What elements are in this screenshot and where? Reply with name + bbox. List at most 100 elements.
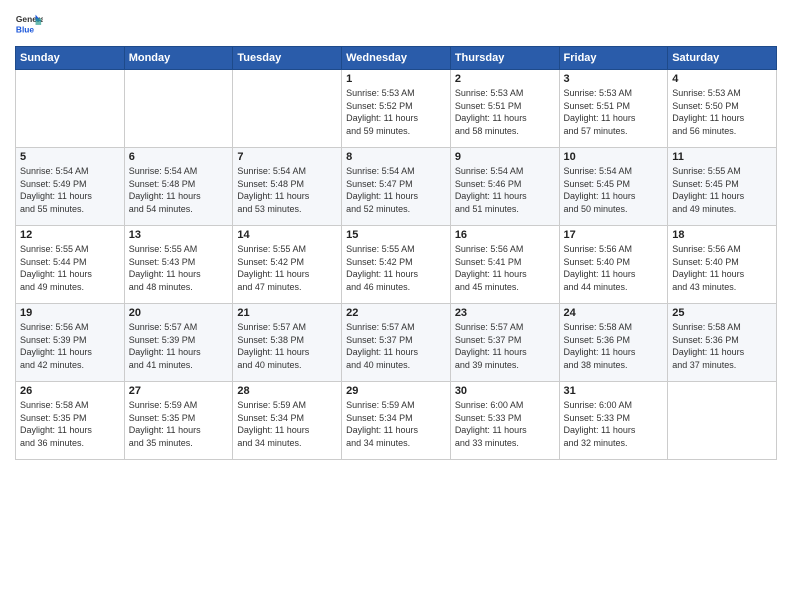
calendar-week-row: 1 Sunrise: 5:53 AM Sunset: 5:52 PM Daylig… bbox=[16, 70, 777, 148]
day-number: 19 bbox=[20, 307, 120, 319]
day-info: Sunrise: 5:55 AM Sunset: 5:43 PM Dayligh… bbox=[129, 243, 229, 293]
day-info: Sunrise: 6:00 AM Sunset: 5:33 PM Dayligh… bbox=[455, 399, 555, 449]
day-number: 18 bbox=[672, 229, 772, 241]
day-info: Sunrise: 5:57 AM Sunset: 5:37 PM Dayligh… bbox=[346, 321, 446, 371]
calendar-cell: 28Sunrise: 5:59 AM Sunset: 5:34 PM Dayli… bbox=[233, 382, 342, 460]
day-number: 26 bbox=[20, 385, 120, 397]
day-number: 31 bbox=[564, 385, 664, 397]
calendar-cell: 30Sunrise: 6:00 AM Sunset: 5:33 PM Dayli… bbox=[450, 382, 559, 460]
day-number: 12 bbox=[20, 229, 120, 241]
calendar-cell: 10Sunrise: 5:54 AM Sunset: 5:45 PM Dayli… bbox=[559, 148, 668, 226]
weekday-header: SundayMondayTuesdayWednesdayThursdayFrid… bbox=[16, 47, 777, 70]
calendar-cell: 16 Sunrise: 5:56 AM Sunset: 5:41 PM Dayli… bbox=[450, 226, 559, 304]
day-number: 1 bbox=[346, 73, 446, 85]
calendar-cell: 15 Sunrise: 5:55 AM Sunset: 5:42 PM Dayli… bbox=[342, 226, 451, 304]
day-info: Sunrise: 5:57 AM Sunset: 5:38 PM Dayligh… bbox=[237, 321, 337, 371]
day-number: 15 bbox=[346, 229, 446, 241]
calendar-week-row: 19 Sunrise: 5:56 AM Sunset: 5:39 PM Dayli… bbox=[16, 304, 777, 382]
calendar-cell bbox=[668, 382, 777, 460]
calendar-cell: 22Sunrise: 5:57 AM Sunset: 5:37 PM Dayli… bbox=[342, 304, 451, 382]
calendar-cell: 18 Sunrise: 5:56 AM Sunset: 5:40 PM Dayli… bbox=[668, 226, 777, 304]
day-info: Sunrise: 5:59 AM Sunset: 5:35 PM Dayligh… bbox=[129, 399, 229, 449]
day-number: 25 bbox=[672, 307, 772, 319]
calendar-cell: 19 Sunrise: 5:56 AM Sunset: 5:39 PM Dayli… bbox=[16, 304, 125, 382]
calendar-week-row: 12 Sunrise: 5:55 AM Sunset: 5:44 PM Dayli… bbox=[16, 226, 777, 304]
calendar-cell: 25 Sunrise: 5:58 AM Sunset: 5:36 PM Dayli… bbox=[668, 304, 777, 382]
calendar-cell: 23 Sunrise: 5:57 AM Sunset: 5:37 PM Dayli… bbox=[450, 304, 559, 382]
weekday-header-cell: Wednesday bbox=[342, 47, 451, 70]
calendar-cell: 9 Sunrise: 5:54 AM Sunset: 5:46 PM Daylig… bbox=[450, 148, 559, 226]
calendar-cell: 6 Sunrise: 5:54 AM Sunset: 5:48 PM Daylig… bbox=[124, 148, 233, 226]
day-info: Sunrise: 5:53 AM Sunset: 5:52 PM Dayligh… bbox=[346, 87, 446, 137]
calendar-cell: 14Sunrise: 5:55 AM Sunset: 5:42 PM Dayli… bbox=[233, 226, 342, 304]
day-info: Sunrise: 5:56 AM Sunset: 5:40 PM Dayligh… bbox=[672, 243, 772, 293]
calendar-week-row: 5Sunrise: 5:54 AM Sunset: 5:49 PM Daylig… bbox=[16, 148, 777, 226]
calendar-cell: 27Sunrise: 5:59 AM Sunset: 5:35 PM Dayli… bbox=[124, 382, 233, 460]
calendar-cell: 5Sunrise: 5:54 AM Sunset: 5:49 PM Daylig… bbox=[16, 148, 125, 226]
day-number: 20 bbox=[129, 307, 229, 319]
calendar-cell: 8 Sunrise: 5:54 AM Sunset: 5:47 PM Daylig… bbox=[342, 148, 451, 226]
page-container: General Blue SundayMondayTuesdayWednesda… bbox=[0, 0, 792, 465]
day-info: Sunrise: 5:58 AM Sunset: 5:36 PM Dayligh… bbox=[672, 321, 772, 371]
logo-icon: General Blue bbox=[15, 10, 43, 38]
calendar-cell: 3Sunrise: 5:53 AM Sunset: 5:51 PM Daylig… bbox=[559, 70, 668, 148]
weekday-header-cell: Thursday bbox=[450, 47, 559, 70]
calendar-cell: 13Sunrise: 5:55 AM Sunset: 5:43 PM Dayli… bbox=[124, 226, 233, 304]
calendar-table: SundayMondayTuesdayWednesdayThursdayFrid… bbox=[15, 46, 777, 460]
day-number: 7 bbox=[237, 151, 337, 163]
day-info: Sunrise: 5:55 AM Sunset: 5:44 PM Dayligh… bbox=[20, 243, 120, 293]
calendar-cell: 12 Sunrise: 5:55 AM Sunset: 5:44 PM Dayli… bbox=[16, 226, 125, 304]
weekday-header-cell: Sunday bbox=[16, 47, 125, 70]
day-info: Sunrise: 5:55 AM Sunset: 5:42 PM Dayligh… bbox=[346, 243, 446, 293]
day-number: 8 bbox=[346, 151, 446, 163]
weekday-header-cell: Monday bbox=[124, 47, 233, 70]
day-number: 11 bbox=[672, 151, 772, 163]
day-number: 4 bbox=[672, 73, 772, 85]
day-info: Sunrise: 5:56 AM Sunset: 5:41 PM Dayligh… bbox=[455, 243, 555, 293]
calendar-cell bbox=[124, 70, 233, 148]
day-info: Sunrise: 5:58 AM Sunset: 5:36 PM Dayligh… bbox=[564, 321, 664, 371]
day-number: 9 bbox=[455, 151, 555, 163]
calendar-cell: 24 Sunrise: 5:58 AM Sunset: 5:36 PM Dayli… bbox=[559, 304, 668, 382]
day-info: Sunrise: 5:57 AM Sunset: 5:37 PM Dayligh… bbox=[455, 321, 555, 371]
calendar-cell: 21 Sunrise: 5:57 AM Sunset: 5:38 PM Dayli… bbox=[233, 304, 342, 382]
day-number: 16 bbox=[455, 229, 555, 241]
day-number: 24 bbox=[564, 307, 664, 319]
day-info: Sunrise: 6:00 AM Sunset: 5:33 PM Dayligh… bbox=[564, 399, 664, 449]
day-number: 21 bbox=[237, 307, 337, 319]
day-info: Sunrise: 5:54 AM Sunset: 5:45 PM Dayligh… bbox=[564, 165, 664, 215]
day-info: Sunrise: 5:57 AM Sunset: 5:39 PM Dayligh… bbox=[129, 321, 229, 371]
day-info: Sunrise: 5:59 AM Sunset: 5:34 PM Dayligh… bbox=[346, 399, 446, 449]
calendar-cell: 20 Sunrise: 5:57 AM Sunset: 5:39 PM Dayli… bbox=[124, 304, 233, 382]
day-number: 23 bbox=[455, 307, 555, 319]
calendar-cell: 7 Sunrise: 5:54 AM Sunset: 5:48 PM Daylig… bbox=[233, 148, 342, 226]
svg-text:Blue: Blue bbox=[16, 24, 34, 34]
day-info: Sunrise: 5:53 AM Sunset: 5:51 PM Dayligh… bbox=[455, 87, 555, 137]
weekday-header-cell: Tuesday bbox=[233, 47, 342, 70]
calendar-cell: 17Sunrise: 5:56 AM Sunset: 5:40 PM Dayli… bbox=[559, 226, 668, 304]
weekday-header-cell: Saturday bbox=[668, 47, 777, 70]
day-info: Sunrise: 5:58 AM Sunset: 5:35 PM Dayligh… bbox=[20, 399, 120, 449]
calendar-cell: 26 Sunrise: 5:58 AM Sunset: 5:35 PM Dayli… bbox=[16, 382, 125, 460]
day-info: Sunrise: 5:54 AM Sunset: 5:49 PM Dayligh… bbox=[20, 165, 120, 215]
day-info: Sunrise: 5:54 AM Sunset: 5:47 PM Dayligh… bbox=[346, 165, 446, 215]
day-info: Sunrise: 5:54 AM Sunset: 5:48 PM Dayligh… bbox=[237, 165, 337, 215]
calendar-cell bbox=[233, 70, 342, 148]
day-info: Sunrise: 5:53 AM Sunset: 5:50 PM Dayligh… bbox=[672, 87, 772, 137]
day-info: Sunrise: 5:54 AM Sunset: 5:46 PM Dayligh… bbox=[455, 165, 555, 215]
day-info: Sunrise: 5:55 AM Sunset: 5:42 PM Dayligh… bbox=[237, 243, 337, 293]
day-info: Sunrise: 5:54 AM Sunset: 5:48 PM Dayligh… bbox=[129, 165, 229, 215]
day-number: 28 bbox=[237, 385, 337, 397]
header: General Blue bbox=[15, 10, 777, 38]
day-info: Sunrise: 5:56 AM Sunset: 5:40 PM Dayligh… bbox=[564, 243, 664, 293]
day-info: Sunrise: 5:56 AM Sunset: 5:39 PM Dayligh… bbox=[20, 321, 120, 371]
day-number: 29 bbox=[346, 385, 446, 397]
calendar-cell: 11Sunrise: 5:55 AM Sunset: 5:45 PM Dayli… bbox=[668, 148, 777, 226]
calendar-cell: 1 Sunrise: 5:53 AM Sunset: 5:52 PM Daylig… bbox=[342, 70, 451, 148]
day-info: Sunrise: 5:53 AM Sunset: 5:51 PM Dayligh… bbox=[564, 87, 664, 137]
day-number: 2 bbox=[455, 73, 555, 85]
calendar-cell bbox=[16, 70, 125, 148]
calendar-body: 1 Sunrise: 5:53 AM Sunset: 5:52 PM Daylig… bbox=[16, 70, 777, 460]
day-number: 6 bbox=[129, 151, 229, 163]
weekday-header-cell: Friday bbox=[559, 47, 668, 70]
